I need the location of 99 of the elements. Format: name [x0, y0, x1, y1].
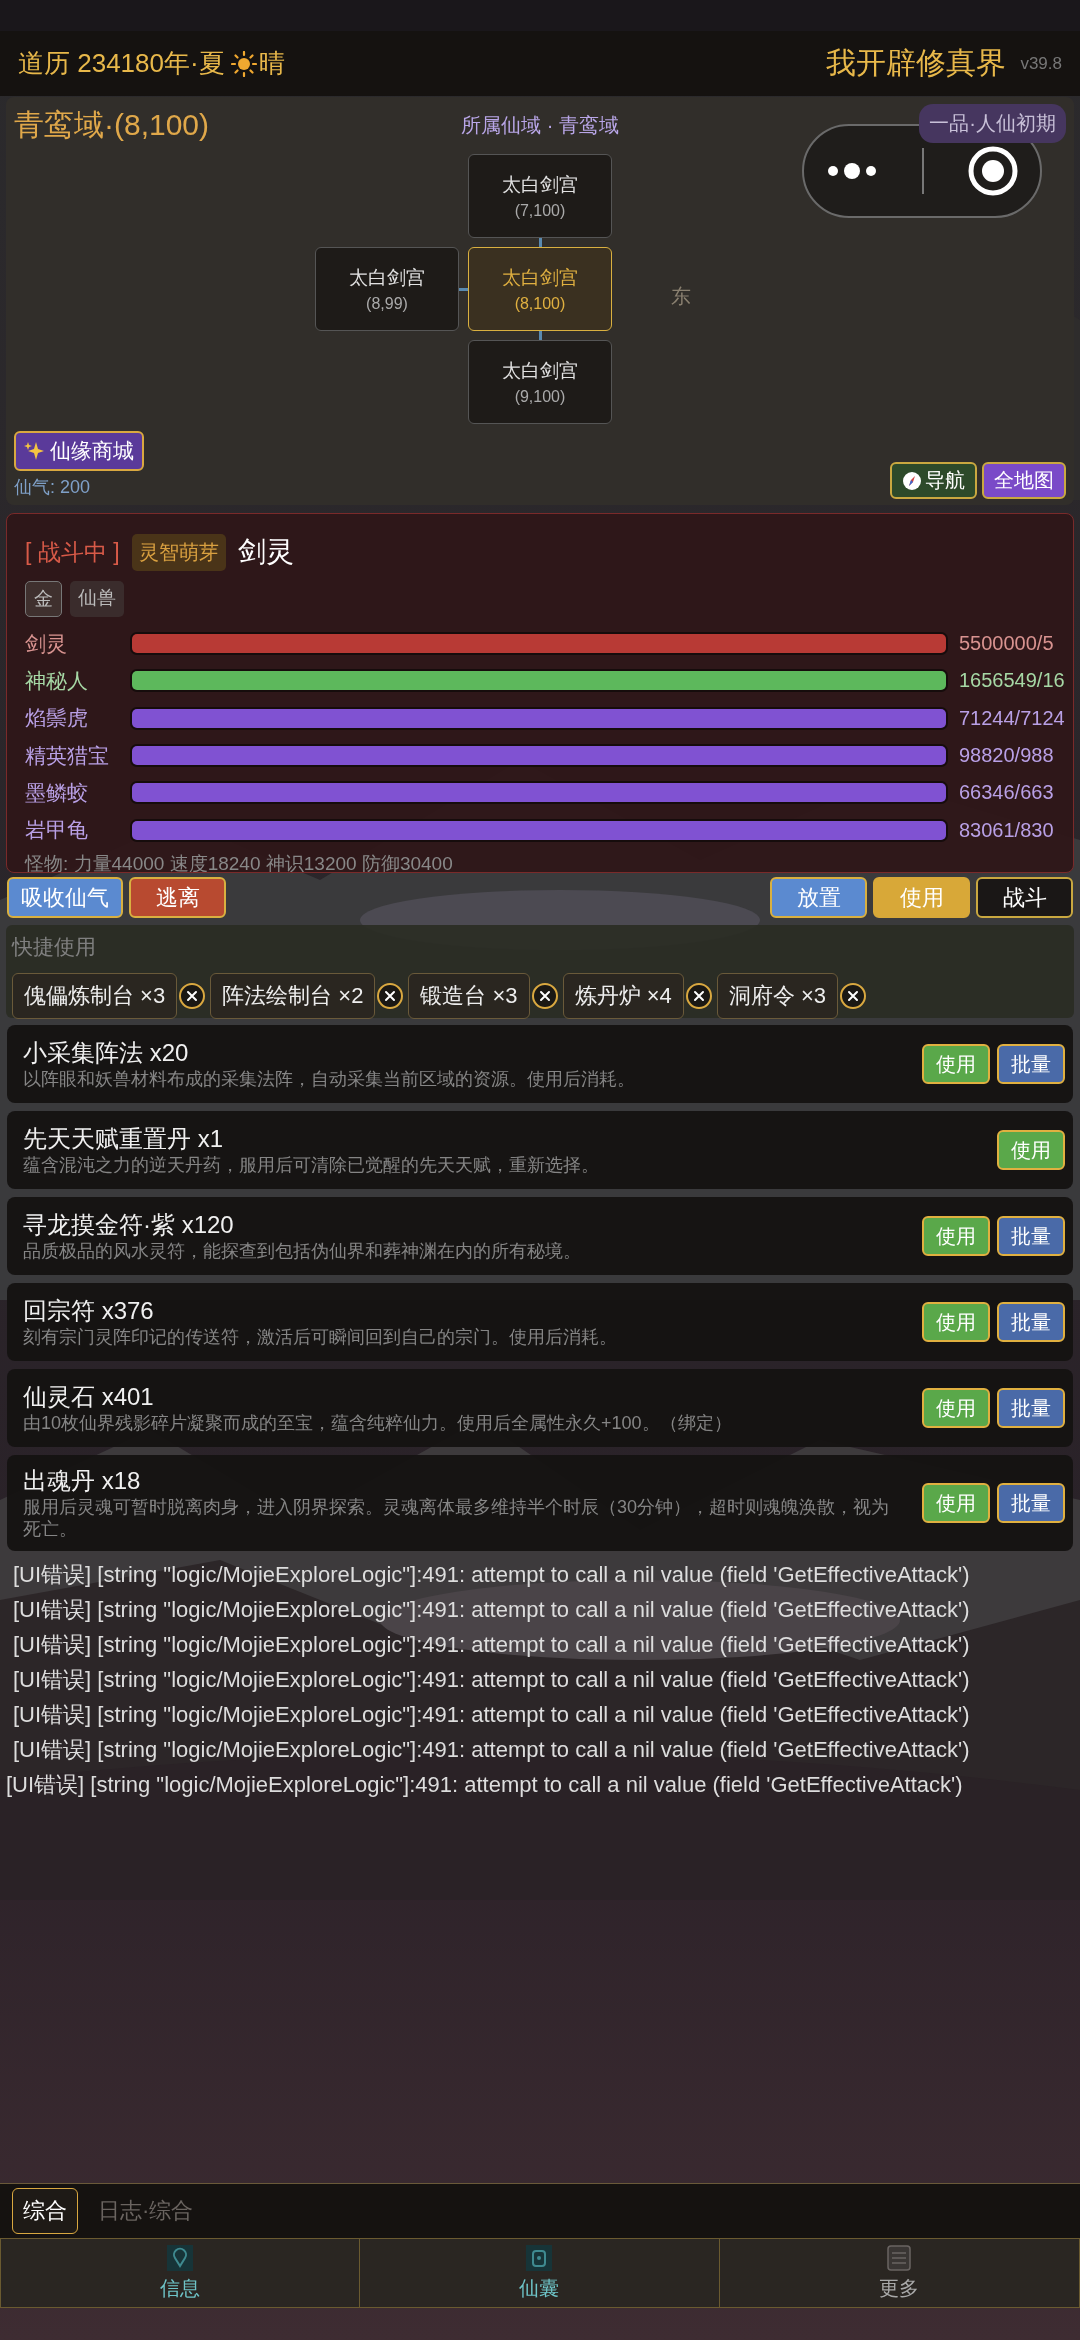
- pin-icon: [167, 2244, 194, 2271]
- node-name: 太白剑宫: [502, 173, 578, 197]
- batch-button[interactable]: 批量: [997, 1302, 1065, 1342]
- node-coordinates: (8,100): [514, 295, 566, 313]
- version-label: v39.8: [1020, 53, 1062, 74]
- log-line: [UI错误] [string "logic/MojieExploreLogic"]:491: attempt to call a nil value (field 'GetEffectiveAttack'): [12, 1666, 971, 1694]
- log-tab[interactable]: 综合: [12, 2188, 78, 2234]
- close-icon: [847, 990, 859, 1002]
- target-icon: [966, 145, 1019, 197]
- health-reading: 98820/988: [959, 744, 1054, 768]
- qi-counter: 仙气: 200: [14, 476, 92, 499]
- health-reading: 83061/830: [959, 818, 1054, 842]
- quick-item-chip[interactable]: 锻造台 ×3: [408, 973, 530, 1019]
- item-description: 以阵眼和妖兽材料布成的采集法阵，自动采集当前区域的资源。使用后消耗。: [23, 1068, 636, 1090]
- combatant-name: 神秘人: [25, 667, 89, 694]
- nav-tab[interactable]: 仙囊: [360, 2239, 720, 2307]
- node-name: 太白剑宫: [502, 359, 578, 383]
- log-line: [UI错误] [string "logic/MojieExploreLogic"]:491: attempt to call a nil value (field 'GetEffectiveAttack'): [12, 1736, 971, 1764]
- log-line: [UI错误] [string "logic/MojieExploreLogic"]:491: attempt to call a nil value (field 'GetEffectiveAttack'): [5, 1771, 964, 1799]
- combatant-name: 墨鳞蛟: [25, 779, 89, 806]
- node-name: 太白剑宫: [502, 266, 578, 290]
- item-description: 刻有宗门灵阵印记的传送符，激活后可瞬间回到自己的宗门。使用后消耗。: [23, 1326, 618, 1348]
- app-title: 我开辟修真界: [826, 45, 1007, 81]
- batch-button[interactable]: 批量: [997, 1216, 1065, 1256]
- item-description: 蕴含混沌之力的逆天丹药，服用后可清除已觉醒的先天天赋，重新选择。: [23, 1154, 600, 1176]
- map-node[interactable]: 太白剑宫 (8,100): [468, 247, 612, 331]
- log-line: [UI错误] [string "logic/MojieExploreLogic"]:491: attempt to call a nil value (field 'GetEffectiveAttack'): [12, 1561, 971, 1589]
- item-name: 小采集阵法 x20: [23, 1038, 190, 1068]
- map-node[interactable]: 太白剑宫 (7,100): [468, 154, 612, 238]
- item-description: 品质极品的风水灵符，能探查到包括伪仙界和葬神渊在内的所有秘境。: [23, 1240, 582, 1262]
- close-icon: [384, 990, 397, 1002]
- compass-icon: [902, 470, 922, 491]
- nav-tab[interactable]: 信息: [1, 2239, 361, 2307]
- quick-item-chip[interactable]: 炼丹炉 ×4: [562, 973, 684, 1019]
- close-button[interactable]: [966, 145, 1019, 197]
- monster-stats: 怪物: 力量44000 速度18240 神识13200 防御30400: [25, 851, 454, 872]
- nav-tab[interactable]: 更多: [719, 2239, 1079, 2307]
- close-icon: [692, 990, 705, 1002]
- combatant-name: 精英猎宝: [25, 742, 110, 769]
- combatant-name: 剑灵: [25, 630, 68, 657]
- remove-button[interactable]: [531, 983, 558, 1009]
- item-description: 服用后灵魂可暂时脱离肉身，进入阴界探索。灵魂离体最多维持半个时辰（30分钟），超时则魂魄涣散，视为死亡。: [23, 1496, 891, 1540]
- attribute-tag: 仙兽: [70, 581, 124, 617]
- action-button[interactable]: 吸收仙气: [7, 877, 123, 918]
- sparkle-icon: [24, 441, 44, 461]
- batch-button[interactable]: 批量: [997, 1483, 1065, 1523]
- health-reading: 71244/7124: [959, 706, 1065, 730]
- battle-status: [ 战斗中 ]: [25, 537, 120, 567]
- combatant-name: 岩甲龟: [25, 817, 89, 844]
- quick-item-chip[interactable]: 阵法绘制台 ×2: [210, 973, 376, 1019]
- mode-button[interactable]: 放置: [770, 877, 867, 918]
- log-line: [UI错误] [string "logic/MojieExploreLogic"]:491: attempt to call a nil value (field 'GetEffectiveAttack'): [12, 1631, 971, 1659]
- direction-label: 东: [671, 284, 691, 309]
- health-reading: 1656549/16: [959, 669, 1065, 693]
- quick-item-chip[interactable]: 傀儡炼制台 ×3: [12, 973, 178, 1019]
- log-line: [UI错误] [string "logic/MojieExploreLogic"]:491: attempt to call a nil value (field 'GetEffectiveAttack'): [12, 1701, 971, 1729]
- item-name: 寻龙摸金符·紫 x120: [23, 1210, 235, 1240]
- realm-badge: 一品·人仙初期: [919, 104, 1066, 143]
- rank-badge: 灵智萌芽: [131, 533, 226, 571]
- sun-icon: [230, 50, 257, 77]
- map-node[interactable]: 太白剑宫 (8,99): [315, 247, 459, 331]
- item-name: 先天天赋重置丹 x1: [23, 1124, 224, 1154]
- location-title: 青鸾域·(8,100): [14, 107, 210, 143]
- close-icon: [538, 990, 551, 1002]
- batch-button[interactable]: 批量: [997, 1044, 1065, 1084]
- shop-button[interactable]: 仙缘商城: [14, 431, 144, 471]
- node-coordinates: (8,99): [366, 295, 408, 313]
- combatant-name: 焰鬃虎: [25, 705, 89, 732]
- item-name: 出魂丹 x18: [23, 1466, 142, 1496]
- attribute-tag: 金: [25, 581, 62, 617]
- batch-button[interactable]: 批量: [997, 1388, 1065, 1428]
- remove-button[interactable]: [179, 983, 206, 1009]
- weather-label: 晴: [258, 47, 285, 80]
- document-icon: [886, 2244, 913, 2271]
- region-label: 所属仙域 · 青鸾域: [461, 113, 619, 138]
- node-name: 太白剑宫: [349, 266, 425, 290]
- remove-button[interactable]: [377, 983, 404, 1009]
- remove-button[interactable]: [840, 983, 866, 1009]
- health-reading: 5500000/5: [959, 632, 1054, 656]
- map-node[interactable]: 太白剑宫 (9,100): [468, 340, 612, 424]
- node-coordinates: (7,100): [514, 202, 566, 220]
- quick-item-chip[interactable]: 洞府令 ×3: [716, 973, 838, 1019]
- remove-button[interactable]: [685, 983, 712, 1009]
- enemy-name: 剑灵: [237, 535, 294, 569]
- log-title: 日志·综合: [98, 2197, 194, 2225]
- node-coordinates: (9,100): [514, 388, 566, 406]
- log-line: [UI错误] [string "logic/MojieExploreLogic"]:491: attempt to call a nil value (field 'GetEffectiveAttack'): [12, 1596, 971, 1624]
- action-button[interactable]: 逃离: [129, 877, 226, 918]
- health-reading: 66346/663: [959, 781, 1054, 805]
- calendar-date: 道历 234180年·夏: [18, 47, 225, 80]
- close-icon: [186, 990, 199, 1002]
- item-name: 回宗符 x376: [23, 1296, 155, 1326]
- section-label: 快捷使用: [12, 934, 97, 960]
- world-map-button[interactable]: 全地图: [982, 462, 1066, 499]
- navigation-button[interactable]: 导航: [890, 462, 977, 499]
- item-description: 由10枚仙界残影碎片凝聚而成的至宝，蕴含纯粹仙力。使用后全属性永久+100。（绑定）: [23, 1412, 733, 1434]
- item-name: 仙灵石 x401: [23, 1382, 155, 1412]
- bag-icon: [526, 2244, 553, 2271]
- mode-button[interactable]: 战斗: [976, 877, 1073, 918]
